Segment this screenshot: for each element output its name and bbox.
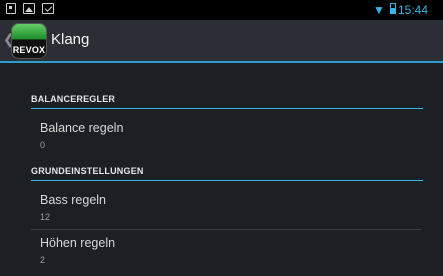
category-divider (31, 108, 423, 109)
status-bar: ▼ 15:44 (0, 0, 443, 20)
sim-notification-icon (6, 3, 16, 14)
action-bar-divider (0, 61, 443, 63)
pref-summary: 2 (40, 255, 46, 265)
pref-summary: 12 (40, 212, 51, 222)
app-logo[interactable]: REVOX (11, 23, 47, 59)
action-bar: ❮ REVOX Klang (0, 20, 443, 61)
image-notification-icon (23, 3, 35, 14)
battery-icon (390, 3, 396, 14)
pref-summary: 0 (40, 140, 46, 150)
pref-title: Bass regeln (40, 193, 107, 207)
category-header: GRUNDEINSTELLUNGEN (31, 166, 144, 176)
app-logo-text: REVOX (12, 45, 46, 55)
page-title: Klang (51, 31, 90, 48)
wifi-icon: ▼ (373, 3, 385, 17)
category-divider (31, 180, 423, 181)
download-notification-icon (42, 3, 54, 14)
pref-title: Balance regeln (40, 121, 124, 135)
pref-title: Höhen regeln (40, 236, 116, 250)
list-divider (31, 229, 421, 230)
status-clock: 15:44 (398, 3, 429, 17)
category-header: BALANCEREGLER (31, 94, 116, 104)
